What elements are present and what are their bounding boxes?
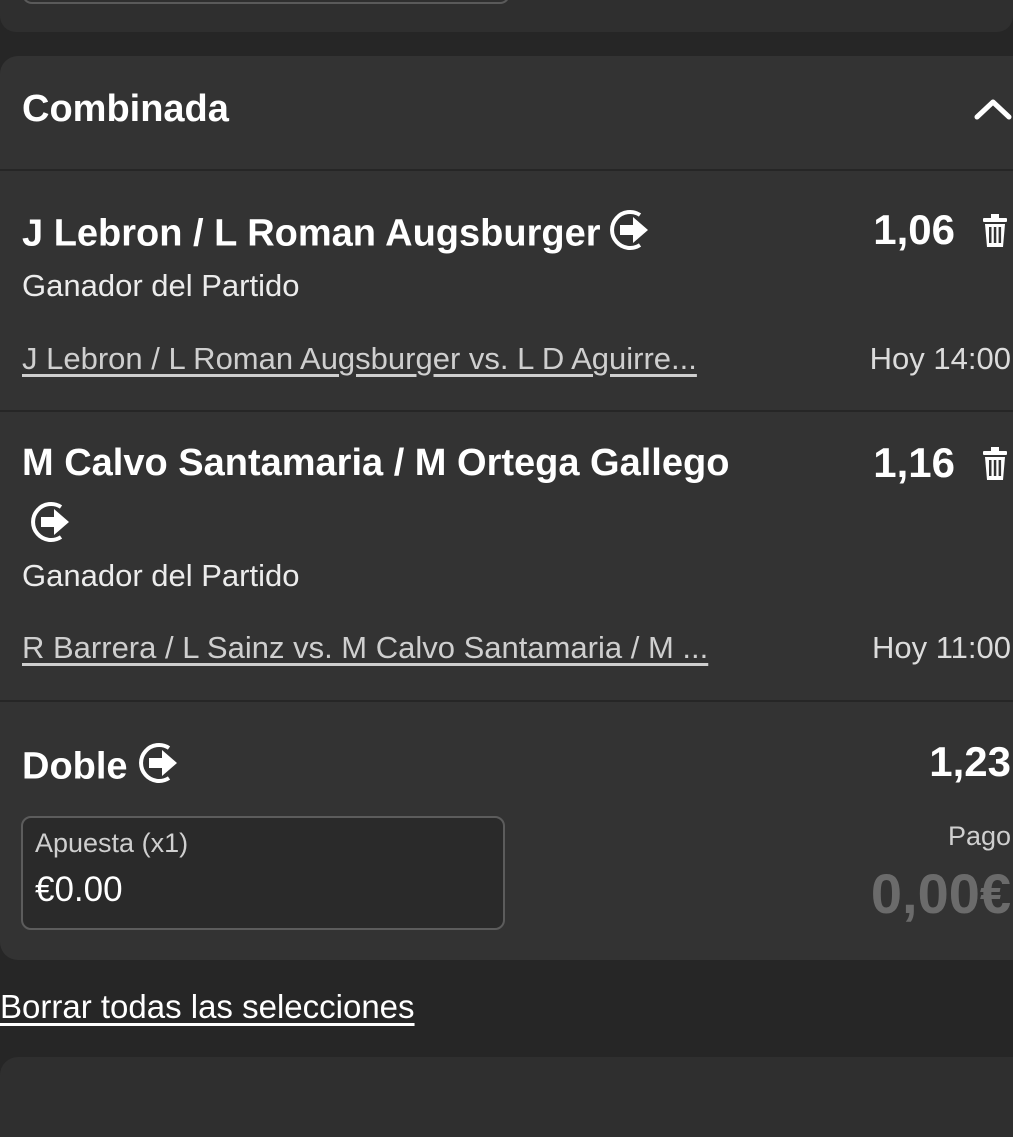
selection-row: M Calvo Santamaria / M Ortega Gallego 1,… bbox=[0, 412, 1013, 702]
payout-value: 0,00€ bbox=[870, 862, 1011, 925]
bet-type-row: Doble bbox=[22, 740, 184, 797]
selection-market: Ganador del Partido bbox=[22, 558, 300, 593]
trash-icon[interactable] bbox=[981, 213, 1009, 249]
combo-betslip-card: Combinada J Lebron / L Roman Augsburger … bbox=[0, 56, 1013, 960]
cashout-arrow-icon[interactable] bbox=[138, 740, 184, 797]
previous-card-field bbox=[22, 0, 510, 4]
stake-label: Apuesta (x1) bbox=[35, 828, 189, 858]
section-title: Combinada bbox=[22, 88, 229, 130]
clear-all-selections-link[interactable]: Borrar todas las selecciones bbox=[0, 988, 415, 1026]
next-card bbox=[0, 1057, 1013, 1137]
event-time: Hoy 11:00 bbox=[871, 630, 1011, 665]
cashout-arrow-icon[interactable] bbox=[30, 499, 76, 550]
selection-row: J Lebron / L Roman Augsburger 1,06 Ganad… bbox=[0, 171, 1013, 412]
stake-value[interactable]: €0.00 bbox=[35, 870, 123, 910]
event-link[interactable]: R Barrera / L Sainz vs. M Calvo Santamar… bbox=[22, 630, 708, 666]
combined-odds: 1,23 bbox=[929, 738, 1011, 785]
event-link[interactable]: J Lebron / L Roman Augsburger vs. L D Ag… bbox=[22, 341, 697, 377]
chevron-up-icon[interactable] bbox=[973, 90, 1013, 130]
selection-name: M Calvo Santamaria / M Ortega Gallego bbox=[22, 442, 730, 484]
bet-type-label: Doble bbox=[22, 745, 128, 788]
payout-label: Pago bbox=[947, 821, 1011, 851]
event-time: Hoy 14:00 bbox=[869, 341, 1011, 376]
trash-icon[interactable] bbox=[981, 446, 1009, 482]
selection-market: Ganador del Partido bbox=[22, 268, 300, 303]
selection-odds: 1,16 bbox=[873, 439, 955, 486]
stake-input[interactable]: Apuesta (x1) €0.00 bbox=[21, 816, 505, 930]
selection-odds: 1,06 bbox=[873, 206, 955, 253]
selection-name: J Lebron / L Roman Augsburger bbox=[22, 212, 601, 255]
cashout-arrow-icon[interactable] bbox=[609, 207, 655, 264]
selection-name-row: J Lebron / L Roman Augsburger bbox=[22, 207, 655, 264]
card-header[interactable]: Combinada bbox=[0, 56, 1013, 171]
previous-card bbox=[0, 0, 1013, 32]
